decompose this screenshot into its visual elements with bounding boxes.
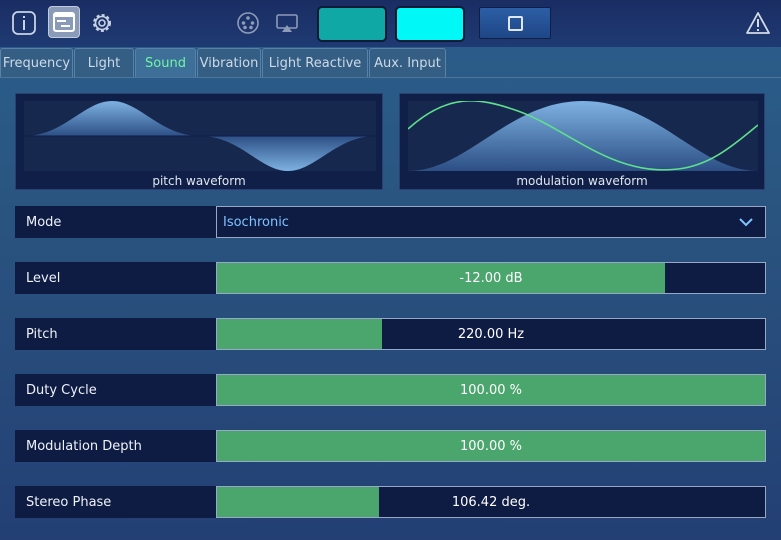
panel-icon[interactable] <box>48 6 80 38</box>
duty-cycle-row: Duty Cycle 100.00 % <box>15 374 766 406</box>
tab-light[interactable]: Light <box>74 48 134 77</box>
pitch-waveform-panel: pitch waveform <box>15 93 383 190</box>
mode-label: Mode <box>15 206 216 238</box>
stop-square-icon <box>507 15 523 31</box>
dmx-icon[interactable] <box>232 7 264 39</box>
duty-cycle-value: 100.00 % <box>460 382 522 398</box>
modulation-waveform-graph <box>408 101 758 171</box>
color-swatch-1[interactable] <box>317 6 387 42</box>
modulation-depth-slider[interactable]: 100.00 % <box>216 430 766 462</box>
tab-divider <box>0 77 781 78</box>
tab-aux-input[interactable]: Aux. Input <box>369 48 446 77</box>
mode-row: Mode Isochronic <box>15 206 766 238</box>
level-label: Level <box>15 262 216 294</box>
mode-value: Isochronic <box>223 214 289 230</box>
tab-frequency[interactable]: Frequency <box>0 48 73 77</box>
level-row: Level -12.00 dB <box>15 262 766 294</box>
pitch-slider[interactable]: 220.00 Hz <box>216 318 766 350</box>
color-swatch-2[interactable] <box>395 6 465 42</box>
modulation-waveform-panel: modulation waveform <box>399 93 765 190</box>
info-icon[interactable] <box>8 7 40 39</box>
tab-vibration[interactable]: Vibration <box>197 48 261 77</box>
pitch-value: 220.00 Hz <box>457 326 525 342</box>
stereo-phase-slider[interactable]: 106.42 deg. <box>216 486 766 518</box>
alert-icon[interactable] <box>742 7 774 39</box>
level-slider[interactable]: -12.00 dB <box>216 262 766 294</box>
tab-light-reactive[interactable]: Light Reactive <box>262 48 368 77</box>
pitch-row: Pitch 220.00 Hz <box>15 318 766 350</box>
level-value: -12.00 dB <box>459 270 523 286</box>
gear-icon[interactable] <box>86 7 118 39</box>
modulation-waveform-caption: modulation waveform <box>516 174 648 188</box>
pitch-waveform-caption: pitch waveform <box>152 174 246 188</box>
stereo-phase-row: Stereo Phase 106.42 deg. <box>15 486 766 518</box>
mode-dropdown[interactable]: Isochronic <box>216 206 766 238</box>
airplay-icon[interactable] <box>271 7 303 39</box>
stop-button[interactable] <box>479 7 551 39</box>
stereo-phase-label: Stereo Phase <box>15 486 216 518</box>
modulation-depth-value: 100.00 % <box>460 438 522 454</box>
duty-cycle-label: Duty Cycle <box>15 374 216 406</box>
duty-cycle-slider[interactable]: 100.00 % <box>216 374 766 406</box>
tab-bar: Frequency Light Sound Vibration Light Re… <box>0 48 447 77</box>
chevron-down-icon <box>739 218 753 227</box>
top-toolbar <box>0 0 781 47</box>
pitch-waveform-graph <box>24 101 376 171</box>
pitch-label: Pitch <box>15 318 216 350</box>
stereo-phase-value: 106.42 deg. <box>451 494 531 510</box>
modulation-depth-row: Modulation Depth 100.00 % <box>15 430 766 462</box>
modulation-depth-label: Modulation Depth <box>15 430 216 462</box>
tab-sound[interactable]: Sound <box>135 48 196 77</box>
